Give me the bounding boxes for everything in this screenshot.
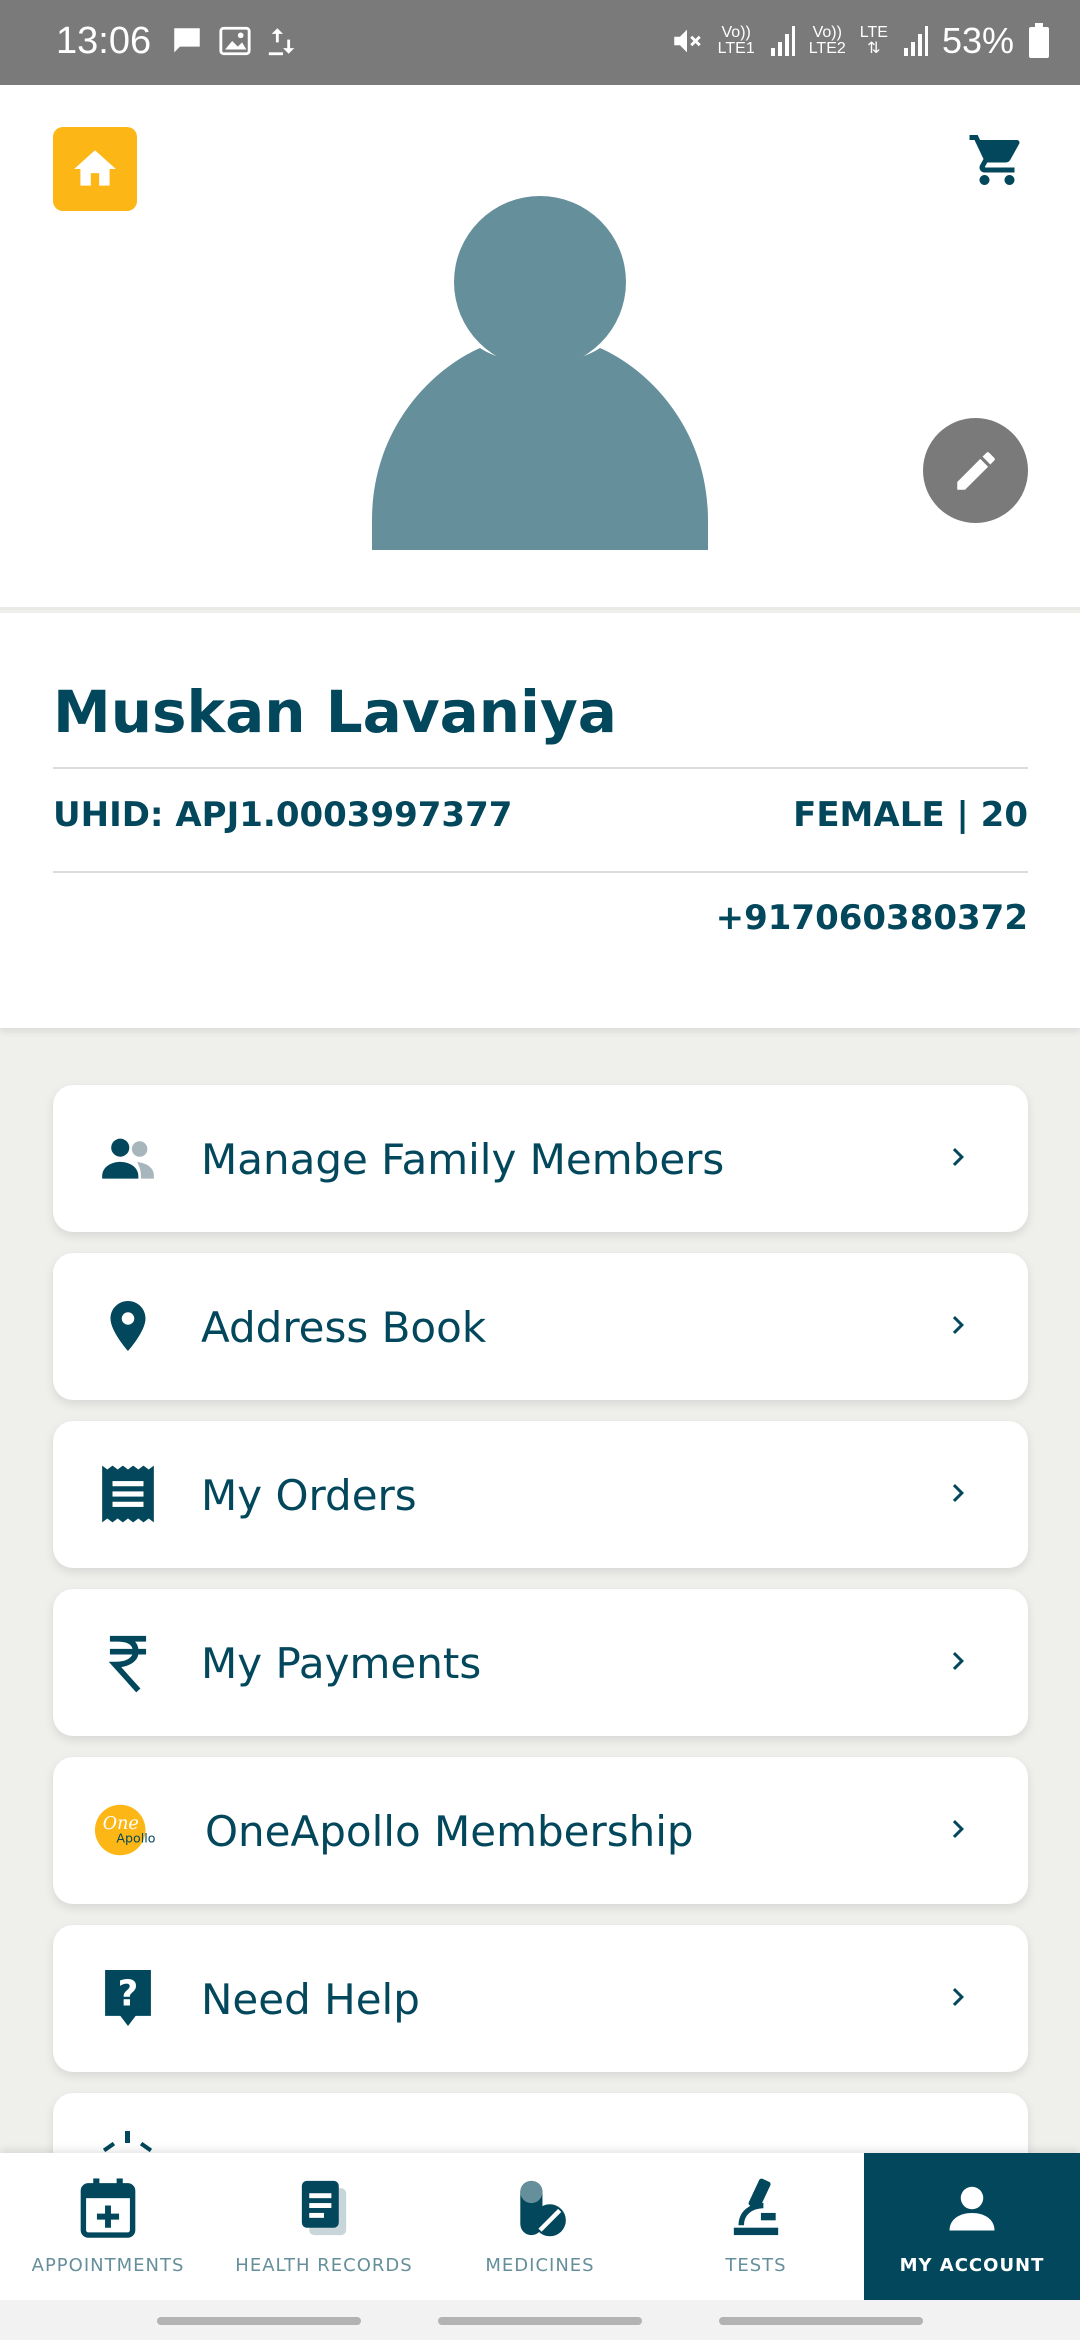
mute-icon [673, 29, 701, 53]
cart-button[interactable] [962, 125, 1032, 195]
svg-text:?: ? [118, 1974, 139, 2015]
tab-health-records[interactable]: HEALTH RECORDS [216, 2153, 432, 2300]
menu-item-label: Need Help [201, 1975, 420, 2024]
menu-item-my-orders[interactable]: My Orders [53, 1421, 1028, 1568]
gesture-indicator[interactable] [719, 2317, 923, 2325]
oneapollo-logo: One Apollo [93, 1795, 163, 1865]
image-icon [219, 26, 251, 56]
status-time: 13:06 [56, 20, 152, 62]
bottom-navigation: APPOINTMENTS HEALTH RECORDS MEDICINES TE… [0, 2153, 1080, 2300]
signal-icon-1 [770, 26, 795, 56]
calendar-plus-icon [73, 2173, 143, 2243]
tab-label: MY ACCOUNT [899, 2255, 1045, 2276]
menu-item-my-payments[interactable]: My Payments [53, 1589, 1028, 1736]
gesture-indicator[interactable] [438, 2317, 642, 2325]
gesture-indicator[interactable] [157, 2317, 361, 2325]
menu-item-label: Address Book [201, 1303, 487, 1352]
profile-name: Muskan Lavaniya [53, 678, 617, 746]
menu-item-manage-family[interactable]: Manage Family Members [53, 1085, 1028, 1232]
chevron-right-icon [952, 1652, 964, 1670]
rupee-icon [93, 1627, 163, 1697]
menu-item-label: OneApollo Membership [205, 1807, 694, 1856]
vo-label-2: Vo)) [812, 24, 842, 41]
menu-item-label: My Payments [201, 1639, 482, 1688]
help-icon: ? [93, 1963, 163, 2033]
receipt-icon [93, 1459, 163, 1529]
avatar [372, 196, 708, 550]
gender-age-text: FEMALE | 20 [793, 795, 1028, 835]
family-icon [93, 1123, 163, 1193]
svg-text:Apollo: Apollo [116, 1831, 155, 1846]
chevron-right-icon [952, 1148, 964, 1166]
microscope-icon [721, 2173, 791, 2243]
profile-header [0, 85, 1080, 610]
menu-item-label: Manage Family Members [201, 1135, 725, 1184]
tab-appointments[interactable]: APPOINTMENTS [0, 2153, 216, 2300]
data-transfer-icon [268, 28, 295, 56]
divider [53, 767, 1028, 769]
lte-arrows-icon: ⇅ [867, 40, 881, 57]
chevron-right-icon [952, 1316, 964, 1334]
edit-profile-button[interactable] [923, 418, 1028, 523]
battery-icon [1029, 23, 1049, 58]
vo-label-1: Vo)) [721, 24, 751, 41]
lte1-label: LTE1 [717, 40, 755, 57]
tab-medicines[interactable]: MEDICINES [432, 2153, 648, 2300]
lte-label: LTE [859, 24, 888, 41]
tab-label: HEALTH RECORDS [235, 2255, 413, 2276]
chevron-right-icon [952, 1988, 964, 2006]
phone-number: +917060380372 [715, 898, 1028, 938]
gesture-bar [0, 2300, 1080, 2340]
location-pin-icon [93, 1291, 163, 1361]
account-icon [937, 2173, 1007, 2243]
uhid-text: UHID: APJ1.0003997377 [53, 795, 513, 835]
records-icon [289, 2173, 359, 2243]
tab-tests[interactable]: TESTS [648, 2153, 864, 2300]
home-button[interactable] [53, 127, 137, 211]
tab-label: TESTS [725, 2255, 787, 2276]
battery-percent: 53% [941, 20, 1014, 61]
menu-item-label: My Orders [201, 1471, 417, 1520]
lte2-label: LTE2 [808, 40, 846, 57]
chevron-right-icon [952, 1820, 964, 1838]
chevron-right-icon [952, 1484, 964, 1502]
message-icon [174, 28, 200, 53]
home-icon [74, 150, 116, 186]
menu-item-oneapollo[interactable]: One Apollo OneApollo Membership [53, 1757, 1028, 1904]
tab-label: APPOINTMENTS [31, 2255, 185, 2276]
pencil-icon [956, 451, 995, 490]
profile-card: Muskan Lavaniya UHID: APJ1.0003997377 FE… [0, 613, 1080, 1028]
cart-icon [969, 135, 1020, 185]
medicine-icon [505, 2173, 575, 2243]
divider [53, 871, 1028, 873]
tab-my-account[interactable]: MY ACCOUNT [864, 2153, 1080, 2300]
menu-item-need-help[interactable]: ? Need Help [53, 1925, 1028, 2072]
menu-item-address-book[interactable]: Address Book [53, 1253, 1028, 1400]
account-menu: Manage Family Members Address Book My Or… [53, 1085, 1028, 2093]
tab-label: MEDICINES [485, 2255, 595, 2276]
signal-icon-2 [903, 26, 928, 56]
status-bar: 13:06 Vo)) LTE1 Vo)) LTE2 LTE ⇅ 53% [0, 0, 1080, 85]
